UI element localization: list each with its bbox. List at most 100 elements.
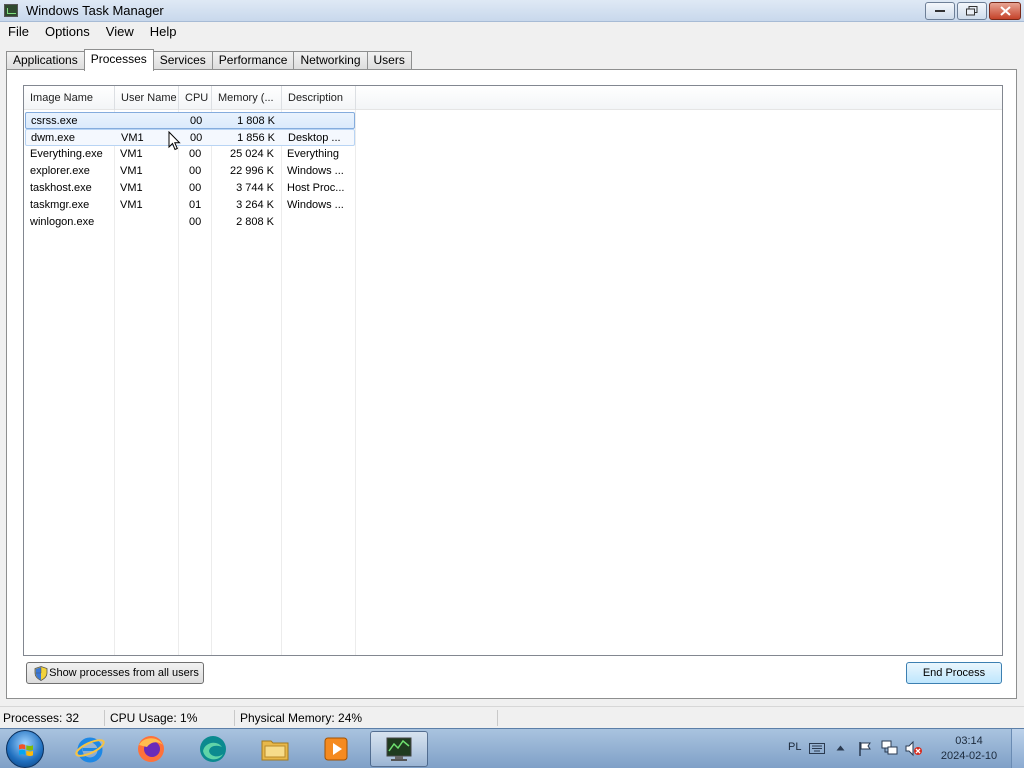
menu-help[interactable]: Help [142,22,185,42]
table-row[interactable]: Everything.exe VM1 00 25 024 K Everything [25,146,355,163]
uac-shield-icon [34,666,48,681]
restore-icon [966,6,978,16]
column-user-name-label: User Name [121,92,177,104]
cell-cpu: 00 [189,148,202,160]
mouse-pointer-icon [168,131,181,151]
column-memory-label: Memory (... [218,92,274,104]
table-row[interactable]: taskhost.exe VM1 00 3 744 K Host Proc... [25,180,355,197]
cell-memory: 1 856 K [237,132,275,144]
menu-file[interactable]: File [0,22,37,42]
volume-muted-icon[interactable] [905,740,923,757]
end-process-button[interactable]: End Process [906,662,1002,684]
processes-panel: ▲ Image Name User Name CPU Memory (... D… [6,69,1017,699]
column-divider [355,110,356,655]
clock-date: 2024-02-10 [940,750,998,762]
cell-user-name: VM1 [120,182,143,194]
show-desktop-button[interactable] [1011,729,1024,768]
taskbar-firefox[interactable] [124,731,178,767]
table-row[interactable]: winlogon.exe 00 2 808 K [25,214,355,231]
tab-performance[interactable]: Performance [211,51,295,70]
cell-image-name: winlogon.exe [30,216,95,228]
table-row[interactable]: csrss.exe 00 1 808 K [25,112,355,129]
status-cpu-usage: CPU Usage: 1% [110,711,198,725]
status-divider [234,710,235,726]
cell-memory: 3 264 K [236,199,274,211]
status-bar: Processes: 32 CPU Usage: 1% Physical Mem… [0,706,1024,728]
column-description[interactable]: Description [282,86,356,110]
network-icon[interactable] [881,740,899,757]
column-cpu[interactable]: CPU [179,86,212,110]
language-indicator[interactable]: PL [788,741,801,753]
menu-bar: File Options View Help [0,22,1024,42]
cell-cpu: 00 [189,216,202,228]
cell-description: Windows ... [287,199,344,211]
show-hidden-icons-icon[interactable] [836,744,845,752]
show-all-users-label: Show processes from all users [49,667,199,679]
minimize-button[interactable] [925,2,955,20]
column-image-name[interactable]: ▲ Image Name [24,86,115,110]
file-explorer-icon [261,740,289,761]
cell-memory: 25 024 K [229,148,274,160]
cell-cpu: 01 [189,199,202,211]
cell-image-name: taskmgr.exe [30,199,90,211]
show-all-users-button[interactable]: Show processes from all users [26,662,204,684]
windows-logo-icon [19,744,33,756]
close-icon [999,6,1011,16]
edge-beta-icon [200,736,226,762]
keyboard-icon[interactable] [809,743,825,754]
taskbar-task-manager[interactable] [370,731,428,767]
cell-image-name: dwm.exe [31,132,76,144]
start-button[interactable] [6,730,44,768]
end-process-label: End Process [922,667,986,679]
taskbar: PL 03:14 2024-02-10 [0,728,1024,768]
minimize-icon [935,10,945,12]
cell-image-name: Everything.exe [30,148,103,160]
task-manager-icon [4,4,18,17]
cell-description: Desktop ... [288,132,341,144]
window-body: Applications Processes Services Performa… [0,42,1024,706]
cell-description: Windows ... [287,165,344,177]
cell-cpu: 00 [189,165,202,177]
taskbar-media-player[interactable] [309,731,363,767]
table-row[interactable]: dwm.exe VM1 00 1 856 K Desktop ... [25,129,355,146]
cell-image-name: csrss.exe [31,115,78,127]
action-center-flag-icon[interactable] [858,741,872,757]
column-cpu-label: CPU [185,92,209,104]
table-row[interactable]: taskmgr.exe VM1 01 3 264 K Windows ... [25,197,355,214]
tab-users[interactable]: Users [366,51,412,70]
table-row[interactable]: explorer.exe VM1 00 22 996 K Windows ... [25,163,355,180]
close-button[interactable] [989,2,1021,20]
title-bar: Windows Task Manager [0,0,1024,22]
cell-memory: 2 808 K [236,216,274,228]
menu-options[interactable]: Options [37,22,98,42]
cell-cpu: 00 [189,182,202,194]
cell-image-name: taskhost.exe [30,182,92,194]
restore-button[interactable] [957,2,987,20]
tab-strip: Applications Processes Services Performa… [6,49,412,71]
tab-processes[interactable]: Processes [83,49,154,71]
column-image-name-label: Image Name [30,92,93,104]
column-user-name[interactable]: User Name [115,86,179,110]
firefox-icon [138,736,164,762]
cell-memory: 3 744 K [236,182,274,194]
tab-applications[interactable]: Applications [6,51,85,70]
status-processes: Processes: 32 [3,711,80,725]
column-memory[interactable]: Memory (... [212,86,282,110]
clock-time: 03:14 [955,735,983,747]
tab-networking[interactable]: Networking [293,51,368,70]
tab-services[interactable]: Services [152,51,213,70]
process-list[interactable]: ▲ Image Name User Name CPU Memory (... D… [23,85,1003,656]
cell-user-name: VM1 [120,199,143,211]
status-physical-memory: Physical Memory: 24% [240,711,363,725]
taskbar-internet-explorer[interactable] [63,731,117,767]
status-divider [104,710,105,726]
cell-description: Host Proc... [287,182,345,194]
tray-clock[interactable]: 03:14 2024-02-10 [936,734,1002,764]
sort-ascending-icon: ▲ [65,96,71,102]
status-divider [497,710,498,726]
taskbar-edge-beta[interactable] [186,731,240,767]
cell-image-name: explorer.exe [30,165,90,177]
taskbar-file-explorer[interactable] [248,731,302,767]
internet-explorer-icon [75,737,105,763]
menu-view[interactable]: View [98,22,142,42]
